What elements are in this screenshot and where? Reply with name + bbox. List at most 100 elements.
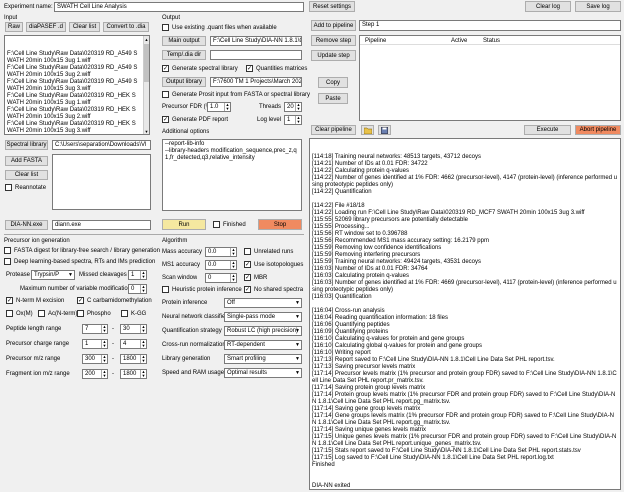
- speed-ram-select[interactable]: Optimal results ▼: [224, 368, 302, 378]
- mbr-box[interactable]: ✓: [244, 274, 251, 281]
- fasta-list[interactable]: [52, 154, 151, 210]
- unrelated-runs-box[interactable]: [244, 248, 251, 255]
- step-name-input[interactable]: Step 1: [359, 20, 621, 31]
- clear-fasta-list-button[interactable]: Clear list: [5, 170, 48, 180]
- kgg-box[interactable]: [121, 310, 128, 317]
- quantities-matrices-checkbox[interactable]: ✓ Quantities matrices: [246, 65, 307, 72]
- mass-accuracy-spinner[interactable]: 0.0 ▲ ▼: [205, 247, 237, 257]
- generate-pdf-checkbox[interactable]: ✓ Generate PDF report: [162, 116, 228, 123]
- mbr-checkbox[interactable]: ✓ MBR: [244, 274, 267, 281]
- add-fasta-button[interactable]: Add FASTA: [5, 156, 48, 166]
- missed-cleavages-spinner[interactable]: 1 ▲ ▼: [128, 270, 147, 280]
- copy-button[interactable]: Copy: [318, 77, 348, 88]
- ac-nterm-checkbox[interactable]: Ac(N-term): [38, 310, 77, 317]
- convert-dia-button[interactable]: Convert to .dia: [103, 22, 149, 32]
- scroll-down-icon[interactable]: ▼: [144, 128, 149, 134]
- nterm-m-excision-checkbox[interactable]: ✓ N-term M excision: [6, 297, 64, 304]
- raw-file-item[interactable]: F:\Cell Line Study\Raw Data\020319 RD_HE…: [7, 93, 141, 107]
- paste-button[interactable]: Paste: [318, 93, 348, 104]
- finished-checkbox[interactable]: Finished: [213, 221, 246, 228]
- dia-nn-exe-input[interactable]: diann.exe: [52, 220, 151, 230]
- library-generation-select[interactable]: Smart profiling ▼: [224, 354, 302, 364]
- raw-file-item[interactable]: F:\Cell Line Study\Raw Data\020319 RD_A5…: [7, 51, 141, 65]
- raw-file-item[interactable]: F:\Cell Line Study\Raw Data\020319 RD_A5…: [7, 65, 141, 79]
- phospho-checkbox[interactable]: Phospho: [77, 310, 111, 317]
- fragment-max-spinner[interactable]: 1800 ▲ ▼: [120, 369, 147, 379]
- finished-box[interactable]: [213, 221, 220, 228]
- spinner-arrows-icon[interactable]: ▲ ▼: [224, 103, 230, 111]
- mz-max-spinner[interactable]: 1800 ▲ ▼: [120, 354, 147, 364]
- scan-window-spinner[interactable]: 0 ▲ ▼: [205, 273, 237, 283]
- c-carbamidomethylation-checkbox[interactable]: ✓ C carbamidomethylation: [77, 297, 152, 304]
- ox-m-box[interactable]: [6, 310, 13, 317]
- phospho-box[interactable]: [77, 310, 84, 317]
- use-isotopologues-box[interactable]: ✓: [244, 261, 251, 268]
- clear-pipeline-button[interactable]: Clear pipeline: [311, 125, 356, 135]
- spinner-arrows-icon[interactable]: ▲ ▼: [101, 370, 107, 378]
- deep-learning-box[interactable]: [4, 258, 11, 265]
- unrelated-runs-checkbox[interactable]: Unrelated runs: [244, 248, 293, 255]
- fragment-min-spinner[interactable]: 200 ▲ ▼: [82, 369, 108, 379]
- reset-settings-button[interactable]: Reset settings: [309, 1, 355, 12]
- temp-dia-dir-button[interactable]: Temp/.dia dir: [162, 50, 206, 60]
- col-active[interactable]: Active: [451, 37, 467, 45]
- spinner-arrows-icon[interactable]: ▲ ▼: [140, 271, 146, 279]
- generate-prosit-checkbox[interactable]: Generate Prosit input from FASTA or spec…: [162, 91, 310, 98]
- raw-file-item[interactable]: F:\Cell Line Study\Raw Data\020319 RD_HE…: [7, 121, 141, 134]
- deep-learning-checkbox[interactable]: Deep learning-based spectra, RTs and IMs…: [4, 258, 155, 265]
- additional-options-textarea[interactable]: --report-lib-info --library-headers modi…: [162, 139, 302, 211]
- mz-min-spinner[interactable]: 300 ▲ ▼: [82, 354, 108, 364]
- spinner-arrows-icon[interactable]: ▲ ▼: [230, 261, 236, 269]
- ac-nterm-box[interactable]: [38, 310, 45, 317]
- raw-files-scrollbar[interactable]: ▲ ▼: [143, 36, 149, 134]
- precursor-fdr-spinner[interactable]: 1.0 ▲ ▼: [207, 102, 231, 112]
- fasta-digest-checkbox[interactable]: FASTA digest for library-free search / l…: [4, 247, 160, 254]
- log-output[interactable]: [114:18] Training neural networks: 48513…: [309, 138, 621, 490]
- spinner-arrows-icon[interactable]: ▲ ▼: [140, 285, 146, 293]
- spinner-arrows-icon[interactable]: ▲ ▼: [295, 116, 301, 124]
- nterm-m-excision-box[interactable]: ✓: [6, 297, 13, 304]
- update-step-button[interactable]: Update step: [311, 50, 356, 61]
- log-level-spinner[interactable]: 1 ▲ ▼: [284, 115, 302, 125]
- raw-button[interactable]: Raw: [5, 22, 23, 32]
- col-pipeline[interactable]: Pipeline: [365, 37, 386, 45]
- use-isotopologues-checkbox[interactable]: ✓ Use isotopologues: [244, 261, 303, 268]
- use-existing-quant-box[interactable]: [162, 24, 169, 31]
- raw-files-scroll-thumb[interactable]: [144, 44, 149, 82]
- raw-files-list[interactable]: F:\Cell Line Study\Raw Data\020319 RD_A5…: [4, 35, 150, 135]
- spinner-arrows-icon[interactable]: ▲ ▼: [230, 274, 236, 282]
- use-existing-quant-checkbox[interactable]: Use existing .quant files when available: [162, 24, 277, 31]
- spinner-arrows-icon[interactable]: ▲ ▼: [140, 370, 146, 378]
- main-output-input[interactable]: F:\Cell Line Study\DIA-NN 1.8.1\Cell: [210, 36, 302, 46]
- c-carbamidomethylation-box[interactable]: ✓: [77, 297, 84, 304]
- abort-pipeline-button[interactable]: Abort pipeline: [575, 125, 621, 135]
- spinner-arrows-icon[interactable]: ▲ ▼: [140, 325, 146, 333]
- protein-inference-select[interactable]: Off ▼: [224, 298, 302, 308]
- threads-spinner[interactable]: 20 ▲ ▼: [284, 102, 302, 112]
- temp-dia-dir-input[interactable]: [210, 50, 302, 60]
- raw-file-item[interactable]: F:\Cell Line Study\Raw Data\020319 RD_HE…: [7, 107, 141, 121]
- spinner-arrows-icon[interactable]: ▲ ▼: [295, 103, 301, 111]
- peptide-length-max-spinner[interactable]: 30 ▲ ▼: [120, 324, 147, 334]
- spectral-library-button[interactable]: Spectral library: [5, 140, 48, 150]
- no-shared-spectra-box[interactable]: ✓: [244, 286, 251, 293]
- generate-pdf-box[interactable]: ✓: [162, 116, 169, 123]
- clear-input-list-button[interactable]: Clear list: [69, 22, 100, 32]
- cross-run-select[interactable]: RT-dependent ▼: [224, 340, 302, 350]
- reannotate-box[interactable]: [5, 184, 12, 191]
- generate-prosit-box[interactable]: [162, 91, 169, 98]
- open-pipeline-button[interactable]: [361, 125, 374, 135]
- raw-file-item[interactable]: F:\Cell Line Study\Raw Data\020319 RD_A5…: [7, 79, 141, 93]
- scroll-up-icon[interactable]: ▲: [144, 36, 149, 42]
- charge-max-spinner[interactable]: 4 ▲ ▼: [120, 339, 147, 349]
- peptide-length-min-spinner[interactable]: 7 ▲ ▼: [82, 324, 108, 334]
- ox-m-checkbox[interactable]: Ox(M): [6, 310, 33, 317]
- charge-min-spinner[interactable]: 1 ▲ ▼: [82, 339, 108, 349]
- quant-strategy-select[interactable]: Robust LC (high precision) ▼: [224, 326, 302, 336]
- max-mods-spinner[interactable]: 0 ▲ ▼: [128, 284, 147, 294]
- diapasef-button[interactable]: diaPASEF .d: [26, 22, 66, 32]
- spinner-arrows-icon[interactable]: ▲ ▼: [140, 355, 146, 363]
- clear-log-button[interactable]: Clear log: [525, 1, 571, 12]
- execute-button[interactable]: Execute: [524, 125, 571, 135]
- col-status[interactable]: Status: [483, 37, 500, 45]
